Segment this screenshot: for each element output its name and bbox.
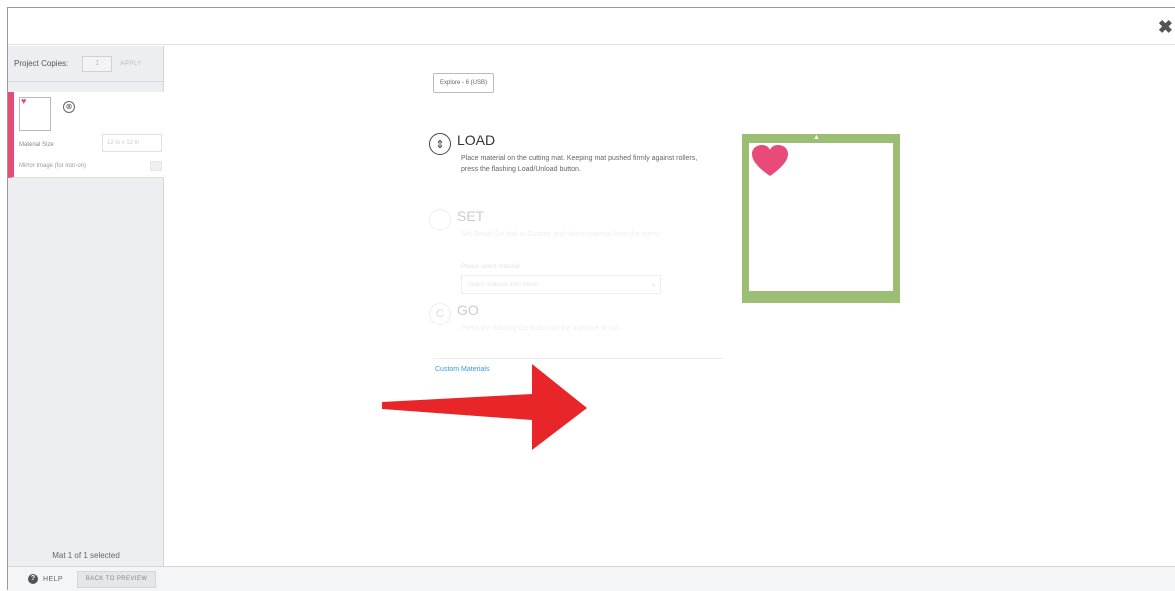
step-go-description: Press the flashing Go button on the mach… xyxy=(461,325,621,332)
divider xyxy=(433,358,723,359)
footer: ? HELP BACK TO PREVIEW xyxy=(8,566,1175,591)
help-label[interactable]: HELP xyxy=(43,576,63,583)
heart-icon: ♥ xyxy=(21,96,27,106)
step-load-title: LOAD xyxy=(457,132,496,148)
load-arrows-icon: ⇕ xyxy=(429,133,451,155)
step-load-description: Place material on the cutting mat. Keepi… xyxy=(461,155,698,173)
mirror-image-label: Mirror Image (for iron-on) xyxy=(19,163,87,169)
mat-notch-icon: ▲ xyxy=(813,134,820,141)
material-size-label: Material Size xyxy=(19,142,54,148)
sidebar: Project Copies: 1 APPLY ♥ ⊗ Material Siz… xyxy=(8,46,164,566)
material-size-select[interactable]: 12 in x 12 in xyxy=(102,134,162,152)
heart-shape xyxy=(752,145,788,176)
annotation-arrow xyxy=(382,364,587,450)
project-copies-input[interactable]: 1 xyxy=(82,55,113,72)
titlebar: ✖ xyxy=(8,8,1175,45)
step-set-title: SET xyxy=(457,208,485,224)
back-to-preview-button[interactable]: BACK TO PREVIEW xyxy=(76,570,157,588)
dialog-window: ✖ Project Copies: 1 APPLY ♥ ⊗ Material S… xyxy=(7,7,1175,591)
link-icon[interactable]: ⊗ xyxy=(63,101,75,113)
step-go-title: GO xyxy=(457,302,479,318)
mat-count: Mat 1 of 1 selected xyxy=(52,551,120,560)
main-content: Explore - 6 (USB) ⇕ LOAD Place material … xyxy=(165,46,1175,566)
mat-preview-surface xyxy=(749,143,893,291)
close-icon[interactable]: ✖ xyxy=(1158,18,1173,36)
project-copies-row: Project Copies: 1 APPLY xyxy=(8,46,163,82)
material-select-label: Please select material xyxy=(461,264,520,270)
project-copies-label: Project Copies: xyxy=(14,59,69,68)
go-icon: C xyxy=(429,303,451,325)
mat-thumbnail[interactable]: ♥ xyxy=(19,96,51,131)
help-icon[interactable]: ? xyxy=(28,574,38,584)
material-select[interactable]: Select material from menu xyxy=(461,275,661,294)
apply-button[interactable]: APPLY xyxy=(120,61,141,67)
step-set-description: Set Smart Set dial to Custom and select … xyxy=(461,231,661,238)
cutting-mat-preview: ▲ xyxy=(742,134,900,303)
set-dial-icon xyxy=(429,209,451,231)
device-select-button[interactable]: Explore - 6 (USB) xyxy=(433,73,495,93)
mat-card[interactable]: ♥ ⊗ Material Size 12 in x 12 in Mirror I… xyxy=(8,92,164,178)
mirror-image-toggle[interactable] xyxy=(150,161,162,171)
chevron-down-icon: ▾ xyxy=(652,283,656,289)
